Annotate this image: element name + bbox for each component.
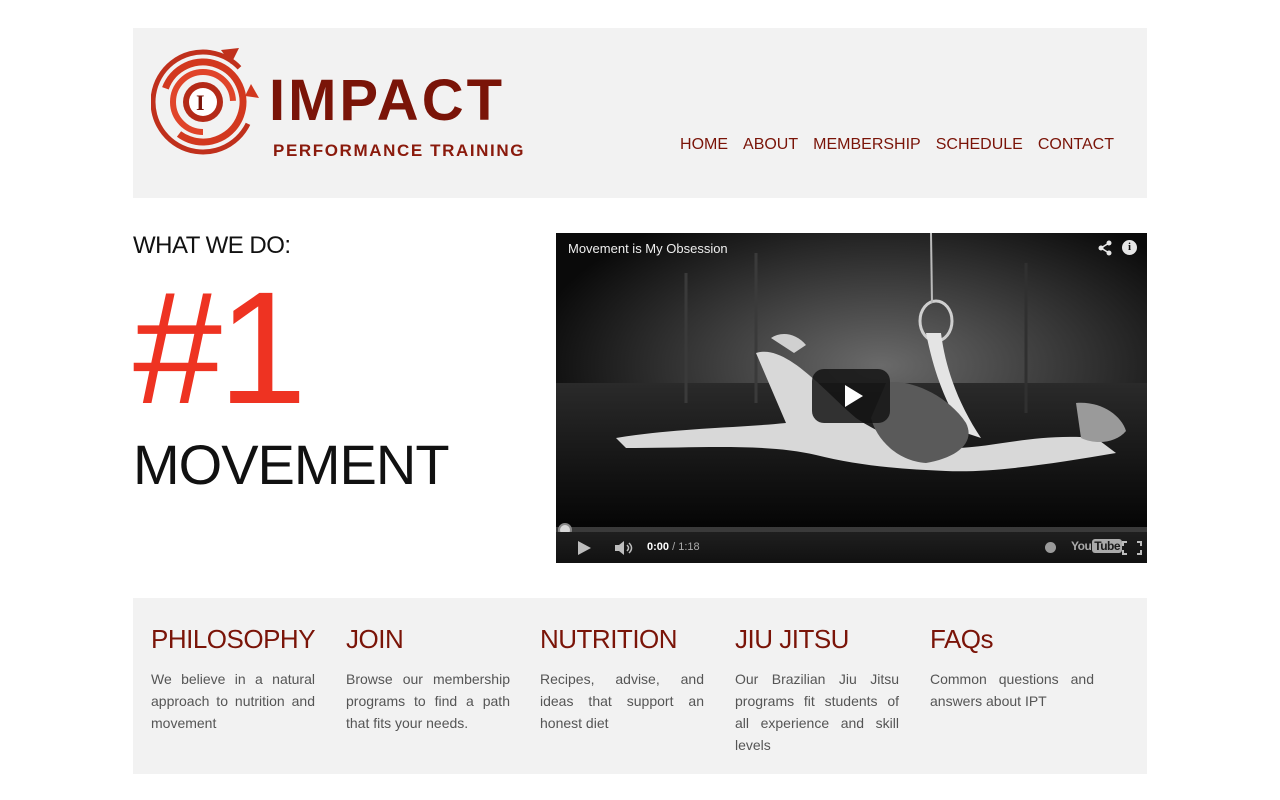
watch-later-icon[interactable] [1045, 542, 1056, 553]
feature-text: Browse our membership programs to find a… [346, 671, 510, 731]
nav-schedule[interactable]: SCHEDULE [936, 136, 1023, 154]
site-header: I IMPACT PERFORMANCE TRAINING HOME ABOUT… [133, 28, 1147, 198]
features-panel: PHILOSOPHY We believe in a natural appro… [133, 598, 1147, 774]
video-player[interactable]: Movement is My Obsession i 0:00 / 1:18 Y… [556, 233, 1147, 563]
feature-philosophy: PHILOSOPHY We believe in a natural appro… [151, 624, 316, 734]
site-logo[interactable]: I IMPACT PERFORMANCE TRAINING [151, 44, 561, 159]
video-time: 0:00 / 1:18 [647, 541, 700, 553]
control-play-icon[interactable] [578, 541, 591, 555]
feature-text: Recipes, advise, and ideas that support … [540, 671, 704, 731]
feature-join: JOIN Browse our membership programs to f… [346, 624, 510, 734]
hero-kicker: WHAT WE DO: [133, 232, 291, 259]
duration: 1:18 [678, 541, 700, 553]
volume-icon[interactable] [614, 540, 636, 556]
feature-jiu-jitsu: JIU JITSU Our Brazilian Jiu Jitsu progra… [735, 624, 899, 756]
video-title[interactable]: Movement is My Obsession [568, 241, 728, 256]
feature-text: We believe in a natural approach to nutr… [151, 671, 315, 731]
feature-title[interactable]: FAQs [930, 624, 1094, 654]
play-icon[interactable] [812, 369, 890, 423]
main-nav: HOME ABOUT MEMBERSHIP SCHEDULE CONTACT [680, 136, 1114, 154]
current-time: 0:00 [647, 541, 670, 553]
brand-name: IMPACT [269, 68, 506, 133]
feature-text: Our Brazilian Jiu Jitsu programs fit stu… [735, 671, 899, 753]
share-icon[interactable] [1097, 240, 1113, 256]
nav-membership[interactable]: MEMBERSHIP [813, 136, 921, 154]
hero-headline: MOVEMENT [133, 433, 450, 496]
feature-faqs: FAQs Common questions and answers about … [930, 624, 1094, 712]
nav-home[interactable]: HOME [680, 136, 728, 154]
nav-contact[interactable]: CONTACT [1038, 136, 1114, 154]
hero-rank: #1 [133, 258, 307, 437]
youtube-logo-you: You [1071, 539, 1092, 553]
video-controls: 0:00 / 1:18 You Tube [556, 532, 1147, 563]
feature-nutrition: NUTRITION Recipes, advise, and ideas tha… [540, 624, 704, 734]
feature-title[interactable]: JOIN [346, 624, 510, 654]
info-icon[interactable]: i [1122, 240, 1137, 255]
impact-logo-emblem-icon [151, 48, 259, 155]
brand-tagline: PERFORMANCE TRAINING [273, 141, 526, 160]
fullscreen-icon[interactable] [1122, 541, 1142, 555]
youtube-logo-tube: Tube [1092, 539, 1123, 553]
youtube-logo[interactable]: You Tube [1071, 539, 1123, 553]
feature-text: Common questions and answers about IPT [930, 671, 1094, 709]
nav-about[interactable]: ABOUT [743, 136, 798, 154]
feature-title[interactable]: JIU JITSU [735, 624, 899, 654]
feature-title[interactable]: NUTRITION [540, 624, 704, 654]
feature-title[interactable]: PHILOSOPHY [151, 624, 316, 654]
